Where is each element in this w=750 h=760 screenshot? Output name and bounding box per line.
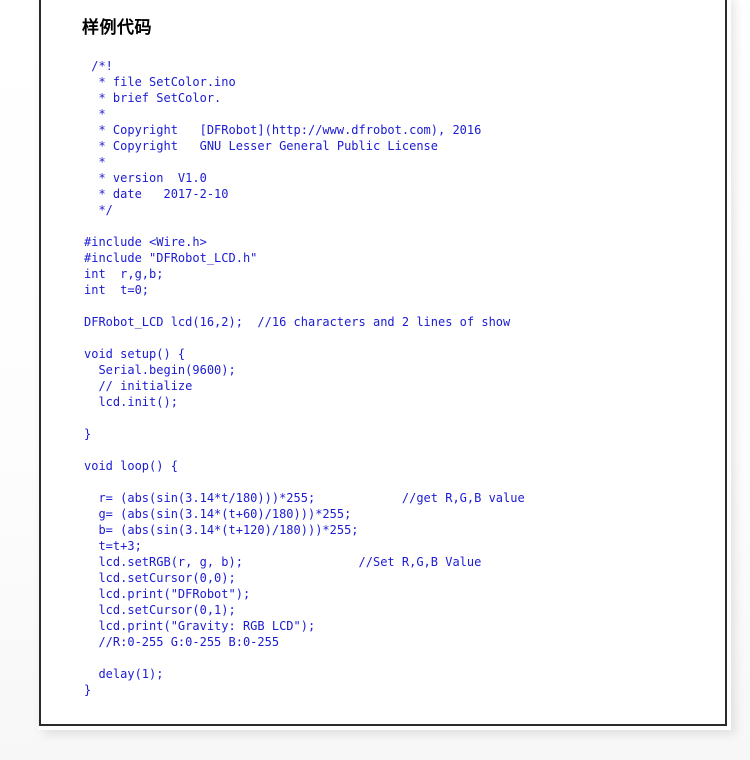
code-line: * (84, 155, 106, 169)
code-line: } (84, 683, 92, 697)
code-line: Serial.begin(9600); (84, 363, 236, 377)
code-line: DFRobot_LCD lcd(16,2); //16 characters a… (84, 315, 511, 329)
code-line: */ (84, 203, 113, 217)
code-line: g= (abs(sin(3.14*(t+60)/180)))*255; (84, 507, 352, 521)
document-viewport: 样例代码 /*! * file SetColor.ino * brief Set… (0, 0, 750, 760)
code-line: r= (abs(sin(3.14*t/180)))*255; //get R,G… (84, 491, 525, 505)
code-line: lcd.print("Gravity: RGB LCD"); (84, 619, 316, 633)
code-line: lcd.setRGB(r, g, b); //Set R,G,B Value (84, 555, 482, 569)
code-line: #include "DFRobot_LCD.h" (84, 251, 258, 265)
sample-code-block: /*! * file SetColor.ino * brief SetColor… (84, 58, 684, 698)
document-page: 样例代码 /*! * file SetColor.ino * brief Set… (39, 0, 727, 726)
code-line: * Copyright [DFRobot](http://www.dfrobot… (84, 123, 482, 137)
page-title: 样例代码 (82, 18, 152, 38)
code-line: * (84, 107, 106, 121)
page-content: 样例代码 /*! * file SetColor.ino * brief Set… (41, 0, 725, 724)
code-line: void loop() { (84, 459, 178, 473)
code-line: * brief SetColor. (84, 91, 222, 105)
code-line: lcd.init(); (84, 395, 178, 409)
code-line: * Copyright GNU Lesser General Public Li… (84, 139, 439, 153)
code-line: } (84, 427, 92, 441)
code-line: int r,g,b; (84, 267, 164, 281)
code-line: lcd.setCursor(0,1); (84, 603, 236, 617)
code-line: void setup() { (84, 347, 186, 361)
code-line: delay(1); (84, 667, 164, 681)
code-line: * file SetColor.ino (84, 75, 236, 89)
code-line: b= (abs(sin(3.14*(t+120)/180)))*255; (84, 523, 359, 537)
code-line: lcd.setCursor(0,0); (84, 571, 236, 585)
code-line: //R:0-255 G:0-255 B:0-255 (84, 635, 280, 649)
code-line: * version V1.0 (84, 171, 207, 185)
code-line: // initialize (84, 379, 193, 393)
code-line: t=t+3; (84, 539, 142, 553)
code-line: /*! (84, 59, 113, 73)
code-line: * date 2017-2-10 (84, 187, 229, 201)
code-line: int t=0; (84, 283, 150, 297)
code-line: lcd.print("DFRobot"); (84, 587, 251, 601)
code-line: #include <Wire.h> (84, 235, 207, 249)
